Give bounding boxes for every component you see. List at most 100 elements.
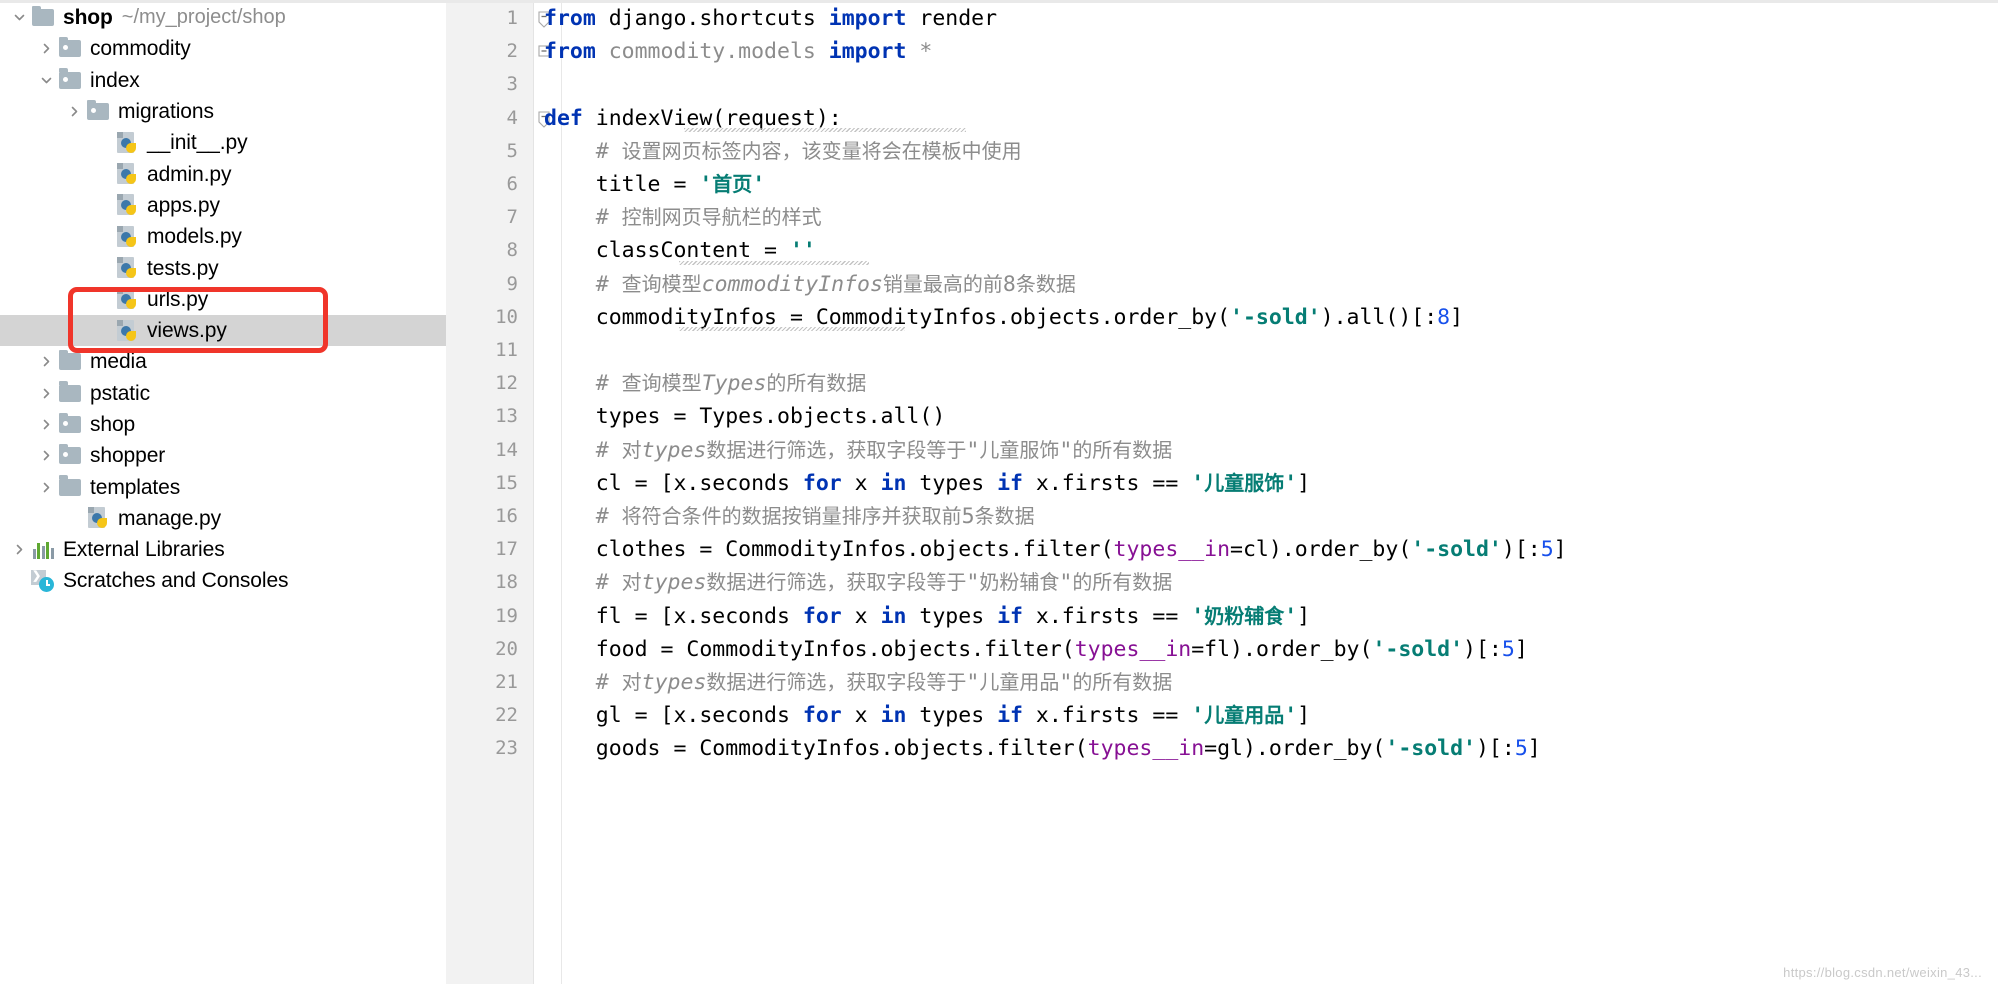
chevron-right-icon[interactable] bbox=[35, 476, 57, 498]
tree-item-commodity[interactable]: commodity bbox=[0, 33, 446, 64]
source-folder-icon bbox=[57, 36, 83, 61]
code-line[interactable]: 18 # 对types数据进行筛选，获取字段等于"奶粉辅食"的所有数据 bbox=[446, 566, 1998, 599]
python-file-icon bbox=[114, 287, 140, 311]
chevron-right-icon[interactable] bbox=[35, 414, 57, 436]
code-line[interactable]: 3 bbox=[446, 68, 1998, 101]
tree-item-models-py[interactable]: models.py bbox=[0, 221, 446, 252]
line-number: 12 bbox=[495, 372, 518, 395]
external-libraries-icon bbox=[30, 538, 56, 562]
chevron-right-icon[interactable] bbox=[35, 382, 57, 404]
chevron-right-icon[interactable] bbox=[35, 351, 57, 373]
tree-item-label: __init__.py bbox=[147, 131, 248, 155]
line-number: 22 bbox=[495, 704, 518, 727]
code-editor[interactable]: 1 from django.shortcuts import render 2 fro… bbox=[446, 0, 1998, 984]
tree-item-shop[interactable]: shop ~/my_project/shop bbox=[0, 2, 446, 33]
chevron-down-icon[interactable] bbox=[35, 69, 57, 91]
chevron-right-icon[interactable] bbox=[35, 38, 57, 60]
code-line[interactable]: 13 types = Types.objects.all() bbox=[446, 400, 1998, 433]
tree-item-templates[interactable]: templates bbox=[0, 471, 446, 502]
code-text: title = '首页' bbox=[544, 172, 766, 197]
line-number: 7 bbox=[506, 206, 518, 229]
line-number: 2 bbox=[506, 40, 518, 63]
window-top-edge bbox=[0, 0, 1998, 3]
code-text: from django.shortcuts import render bbox=[544, 6, 998, 31]
line-number: 3 bbox=[506, 73, 518, 96]
tree-item-label: media bbox=[90, 350, 147, 374]
code-text: fl = [x.seconds for x in types if x.firs… bbox=[544, 603, 1311, 629]
code-text: clothes = CommodityInfos.objects.filter(… bbox=[544, 537, 1567, 563]
line-number: 19 bbox=[495, 604, 518, 627]
tree-item-label: Scratches and Consoles bbox=[63, 569, 289, 593]
tree-item-label: tests.py bbox=[147, 256, 219, 280]
code-line[interactable]: 23 goods = CommodityInfos.objects.filter… bbox=[446, 732, 1998, 765]
code-line[interactable]: 2 from commodity.models import * bbox=[446, 35, 1998, 68]
python-file-icon bbox=[114, 162, 140, 186]
code-text: goods = CommodityInfos.objects.filter(ty… bbox=[544, 736, 1541, 762]
tree-item-label: manage.py bbox=[118, 506, 222, 530]
code-line[interactable]: 7 # 控制网页导航栏的样式 bbox=[446, 201, 1998, 234]
project-tree-panel[interactable]: shop ~/my_project/shop commodity index migra… bbox=[0, 0, 446, 984]
code-text: # 查询模型Types的所有数据 bbox=[595, 371, 867, 397]
code-text: # 设置网页标签内容，该变量将会在模板中使用 bbox=[595, 138, 1022, 164]
tree-item-media[interactable]: media bbox=[0, 346, 446, 377]
code-text: food = CommodityInfos.objects.filter(typ… bbox=[544, 636, 1528, 662]
tree-item-scratches-and-consoles[interactable]: ❯ Scratches and Consoles bbox=[0, 565, 446, 596]
tree-item-pstatic[interactable]: pstatic bbox=[0, 378, 446, 409]
tree-item-shop[interactable]: shop bbox=[0, 409, 446, 440]
code-text: # 对types数据进行筛选，获取字段等于"奶粉辅食"的所有数据 bbox=[595, 570, 1173, 596]
line-number: 21 bbox=[495, 671, 518, 693]
tree-item-label: urls.py bbox=[147, 287, 209, 311]
code-line[interactable]: 12 # 查询模型Types的所有数据 bbox=[446, 367, 1998, 400]
tree-item-label: templates bbox=[90, 475, 181, 499]
code-line[interactable]: 1 from django.shortcuts import render bbox=[446, 2, 1998, 35]
code-line[interactable]: 6 title = '首页' bbox=[446, 168, 1998, 201]
chevron-down-icon[interactable] bbox=[8, 7, 30, 29]
source-folder-icon bbox=[57, 68, 83, 92]
line-number: 4 bbox=[506, 106, 518, 129]
tree-item-external-libraries[interactable]: External Libraries bbox=[0, 534, 446, 565]
folder-icon bbox=[30, 5, 56, 30]
code-line[interactable]: 4 def indexView(request): bbox=[446, 102, 1998, 135]
tree-item-shopper[interactable]: shopper bbox=[0, 440, 446, 471]
line-number: 5 bbox=[506, 139, 518, 162]
code-line[interactable]: 10 commodityInfos = CommodityInfos.objec… bbox=[446, 301, 1998, 334]
spellcheck-squiggle bbox=[679, 260, 869, 265]
line-number: 10 bbox=[495, 305, 518, 328]
python-file-icon bbox=[114, 319, 140, 343]
code-line[interactable]: 15 cl = [x.seconds for x in types if x.f… bbox=[446, 467, 1998, 500]
tree-item-urls-py[interactable]: urls.py bbox=[0, 284, 446, 315]
tree-item-manage-py[interactable]: manage.py bbox=[0, 503, 446, 534]
folder-icon bbox=[57, 349, 83, 374]
code-line[interactable]: 14 # 对types数据进行筛选，获取字段等于"儿童服饰"的所有数据 bbox=[446, 434, 1998, 467]
line-number: 6 bbox=[506, 173, 518, 195]
code-line[interactable]: 22 gl = [x.seconds for x in types if x.f… bbox=[446, 699, 1998, 732]
code-line[interactable]: 9 # 查询模型commodityInfos销量最高的前8条数据 bbox=[446, 268, 1998, 301]
code-line[interactable]: 20 food = CommodityInfos.objects.filter(… bbox=[446, 633, 1998, 666]
line-number: 9 bbox=[506, 272, 518, 295]
tree-item-admin-py[interactable]: admin.py bbox=[0, 158, 446, 189]
code-line[interactable]: 16 # 将符合条件的数据按销量排序并获取前5条数据 bbox=[446, 500, 1998, 533]
line-number: 16 bbox=[495, 505, 518, 527]
code-text: # 对types数据进行筛选，获取字段等于"儿童用品"的所有数据 bbox=[595, 670, 1173, 695]
tree-item-index[interactable]: index bbox=[0, 65, 446, 96]
chevron-right-icon[interactable] bbox=[8, 539, 30, 561]
code-line[interactable]: 21 # 对types数据进行筛选，获取字段等于"儿童用品"的所有数据 bbox=[446, 666, 1998, 699]
line-number: 17 bbox=[495, 538, 518, 561]
code-text: types = Types.objects.all() bbox=[544, 404, 946, 430]
chevron-right-icon[interactable] bbox=[63, 101, 85, 123]
tree-item-views-py[interactable]: views.py bbox=[0, 314, 446, 347]
code-line[interactable]: 17 clothes = CommodityInfos.objects.filt… bbox=[446, 533, 1998, 566]
project-tree[interactable]: shop ~/my_project/shop commodity index migra… bbox=[0, 2, 446, 597]
tree-item-init-py[interactable]: __init__.py bbox=[0, 127, 446, 158]
chevron-right-icon[interactable] bbox=[35, 445, 57, 467]
tree-item-apps-py[interactable]: apps.py bbox=[0, 190, 446, 221]
tree-item-tests-py[interactable]: tests.py bbox=[0, 252, 446, 283]
code-line[interactable]: 8 classContent = '' bbox=[446, 234, 1998, 267]
code-line[interactable]: 5 # 设置网页标签内容，该变量将会在模板中使用 bbox=[446, 135, 1998, 168]
code-line[interactable]: 11 bbox=[446, 334, 1998, 367]
code-line[interactable]: 19 fl = [x.seconds for x in types if x.f… bbox=[446, 600, 1998, 633]
spellcheck-squiggle bbox=[679, 326, 905, 331]
tree-item-migrations[interactable]: migrations bbox=[0, 96, 446, 127]
folder-icon bbox=[57, 381, 83, 405]
tree-item-path: ~/my_project/shop bbox=[121, 6, 286, 29]
